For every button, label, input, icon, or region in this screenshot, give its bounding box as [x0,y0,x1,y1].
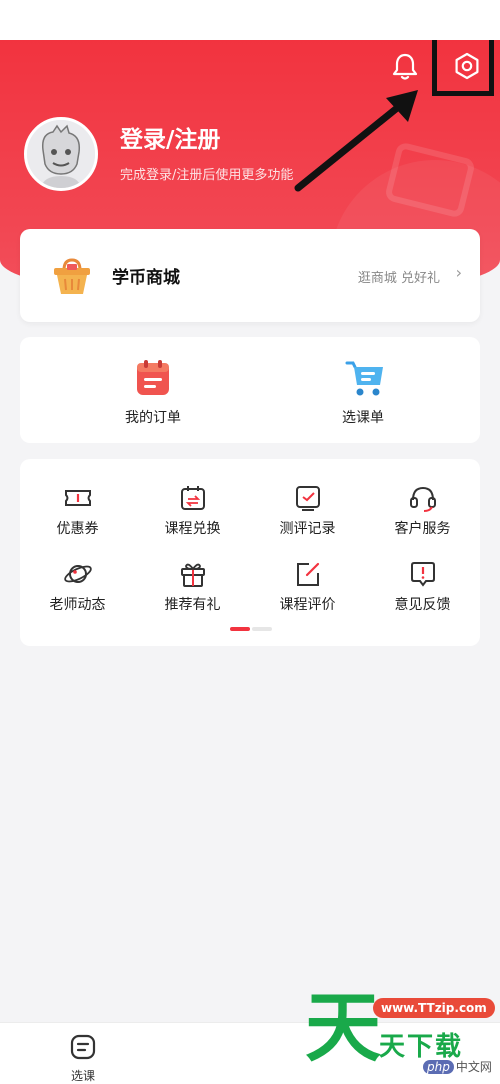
settings-gear-icon[interactable] [450,49,484,83]
basket-icon [50,254,94,298]
coin-mall-card[interactable]: 学币商城 逛商城 兑好礼 › [20,229,480,322]
coupon-icon [63,483,93,513]
tab-course-selection[interactable]: 选课 [58,1033,108,1084]
my-orders-label: 我的订单 [125,410,181,426]
grid-item-coupon[interactable]: 优惠券 [20,483,135,538]
grid-item-feedback[interactable]: 意见反馈 [365,559,480,614]
php-badge: php [423,1060,454,1074]
grid-item-label: 老师动态 [49,597,106,613]
chevron-right-icon: › [455,263,462,282]
watermark: 天 www.TTzip.com 天下载 php 中文网 [305,990,500,1084]
grid-item-label: 课程评价 [279,597,336,613]
exchange-icon [178,483,208,513]
edit-icon [293,559,323,589]
course-cart-label: 选课单 [342,410,384,426]
services-grid-card: 优惠券 课程兑换 测评记录 客户服务 老师动态 推荐有礼 课程评价 意见反馈 [20,459,480,646]
login-hint-text: 完成登录/注册后使用更多功能 [120,168,294,183]
feedback-icon [408,559,438,589]
shopping-cart-icon [345,359,383,397]
php-text: 中文网 [455,1060,492,1074]
status-bar-area [0,0,500,40]
assessment-icon [293,483,323,513]
grid-item-course-review[interactable]: 课程评价 [250,559,365,614]
coin-mall-title: 学币商城 [112,268,180,288]
watermark-url: www.TTzip.com [373,998,495,1018]
notification-bell-icon[interactable] [388,49,422,83]
coin-mall-link[interactable]: 逛商城 兑好礼 [358,267,440,286]
grid-item-label: 课程兑换 [164,521,221,537]
grid-item-assessment-records[interactable]: 测评记录 [250,483,365,538]
orders-card: 我的订单 选课单 [20,337,480,443]
watermark-big-char: 天 [305,983,381,1072]
grid-item-teacher-news[interactable]: 老师动态 [20,559,135,614]
headset-icon [408,483,438,513]
grid-item-label: 推荐有礼 [164,597,221,613]
page-indicator-active [230,627,250,631]
grid-item-label: 测评记录 [279,521,336,537]
page-indicator-inactive [252,627,272,631]
grid-item-course-exchange[interactable]: 课程兑换 [135,483,250,538]
course-cart-button[interactable]: 选课单 [288,359,438,427]
grid-item-referral-gift[interactable]: 推荐有礼 [135,559,250,614]
grid-item-label: 意见反馈 [394,597,451,613]
watermark-php: php 中文网 [423,1058,492,1075]
tab-label: 选课 [70,1069,95,1083]
avatar[interactable] [24,117,98,191]
annotation-arrow-icon [294,90,418,192]
grid-item-label: 客户服务 [394,521,451,537]
login-register-link[interactable]: 登录/注册 [120,120,220,154]
grid-item-label: 优惠券 [56,521,99,537]
planet-icon [63,559,93,589]
my-orders-button[interactable]: 我的订单 [78,359,228,427]
grid-item-customer-service[interactable]: 客户服务 [365,483,480,538]
course-tab-icon [70,1034,96,1060]
gift-icon [178,559,208,589]
page-indicator [230,627,280,631]
order-document-icon [135,359,171,397]
